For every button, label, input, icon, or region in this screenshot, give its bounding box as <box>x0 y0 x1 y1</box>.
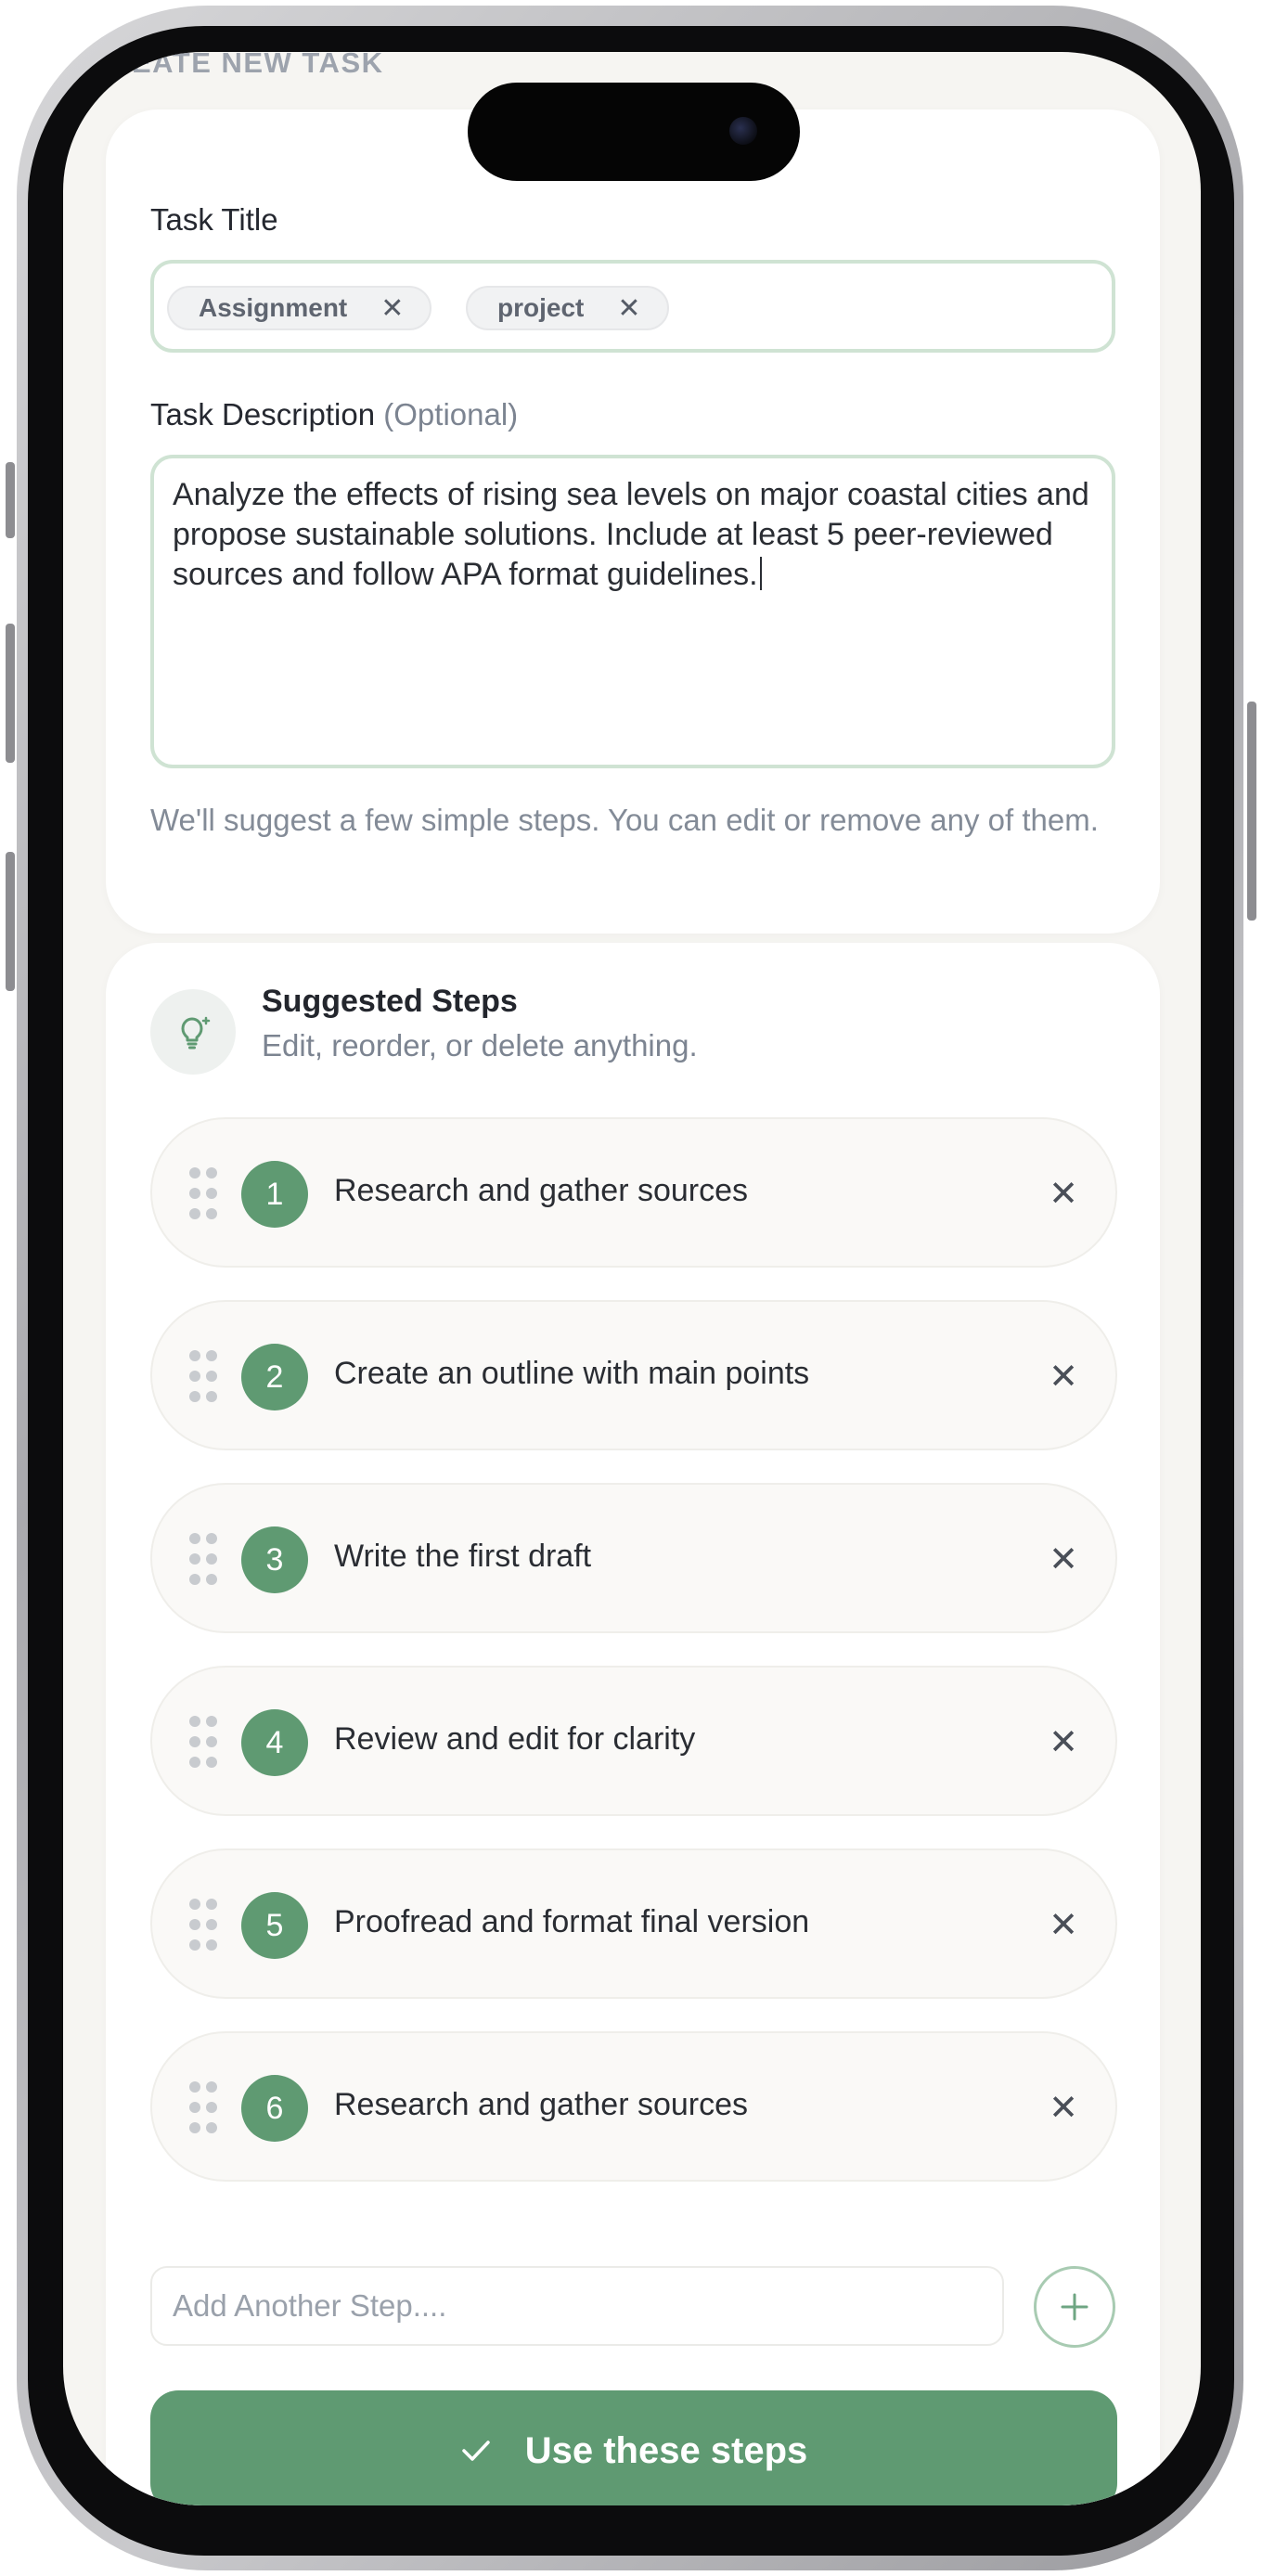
task-title-tag-input[interactable]: Assignment ✕ project ✕ <box>150 260 1115 353</box>
optional-label: (Optional) <box>383 397 519 431</box>
step-item[interactable]: 1 Research and gather sources ✕ <box>150 1117 1117 1268</box>
drag-handle-icon[interactable] <box>189 1533 217 1585</box>
step-text[interactable]: Research and gather sources <box>334 2087 748 2123</box>
tag-project: project ✕ <box>466 286 669 330</box>
step-item[interactable]: 6 Research and gather sources ✕ <box>150 2031 1117 2182</box>
check-icon <box>460 2437 492 2465</box>
step-item[interactable]: 4 Review and edit for clarity ✕ <box>150 1666 1117 1816</box>
page-title: EATE NEW TASK <box>132 52 384 79</box>
step-number: 3 <box>241 1526 308 1593</box>
task-description-textarea[interactable]: Analyze the effects of rising sea levels… <box>150 455 1115 768</box>
step-text[interactable]: Review and edit for clarity <box>334 1721 695 1758</box>
side-button-action <box>6 462 15 538</box>
side-button-power <box>1247 702 1256 921</box>
use-steps-button[interactable]: Use these steps <box>150 2390 1117 2505</box>
step-text[interactable]: Create an outline with main points <box>334 1356 809 1392</box>
drag-handle-icon[interactable] <box>189 1899 217 1951</box>
step-number: 2 <box>241 1344 308 1410</box>
drag-handle-icon[interactable] <box>189 1716 217 1768</box>
drag-handle-icon[interactable] <box>189 1350 217 1402</box>
suggested-steps-card: Suggested Steps Edit, reorder, or delete… <box>106 943 1160 2505</box>
drag-handle-icon[interactable] <box>189 1167 217 1219</box>
close-icon[interactable]: ✕ <box>1034 1712 1093 1771</box>
step-number: 6 <box>241 2075 308 2142</box>
step-text[interactable]: Proofread and format final version <box>334 1904 809 1940</box>
close-icon[interactable]: ✕ <box>1034 1529 1093 1589</box>
close-icon[interactable]: ✕ <box>617 292 640 325</box>
camera-icon <box>729 117 757 145</box>
close-icon[interactable]: ✕ <box>380 292 404 325</box>
step-text[interactable]: Write the first draft <box>334 1539 591 1575</box>
step-item[interactable]: 5 Proofread and format final version ✕ <box>150 1848 1117 1999</box>
tag-label: Assignment <box>199 293 348 322</box>
steps-title: Suggested Steps <box>262 984 518 1019</box>
step-number: 5 <box>241 1892 308 1959</box>
description-text: Analyze the effects of rising sea levels… <box>173 477 1089 592</box>
step-number: 1 <box>241 1161 308 1228</box>
close-icon[interactable]: ✕ <box>1034 1346 1093 1406</box>
suggestion-hint: We'll suggest a few simple steps. You ca… <box>150 803 1099 837</box>
step-item[interactable]: 2 Create an outline with main points ✕ <box>150 1300 1117 1450</box>
step-item[interactable]: 3 Write the first draft ✕ <box>150 1483 1117 1633</box>
close-icon[interactable]: ✕ <box>1034 2078 1093 2137</box>
drag-handle-icon[interactable] <box>189 2081 217 2133</box>
screen: EATE NEW TASK Task Title Assignment ✕ pr… <box>63 52 1201 2505</box>
add-step-button[interactable] <box>1034 2266 1115 2348</box>
tag-assignment: Assignment ✕ <box>167 286 432 330</box>
close-icon[interactable]: ✕ <box>1034 1164 1093 1223</box>
description-label-text: Task Description <box>150 397 376 431</box>
use-steps-label: Use these steps <box>524 2429 808 2471</box>
task-form-card: Task Title Assignment ✕ project ✕ Task D… <box>106 109 1160 934</box>
steps-subtitle: Edit, reorder, or delete anything. <box>262 1028 698 1063</box>
lightbulb-icon <box>150 989 236 1075</box>
task-description-label: Task Description (Optional) <box>150 397 518 432</box>
text-caret <box>759 557 762 590</box>
side-button-volume-up <box>6 624 15 763</box>
tag-label: project <box>497 293 585 322</box>
step-number: 4 <box>241 1709 308 1776</box>
close-icon[interactable]: ✕ <box>1034 1895 1093 1954</box>
add-step-input[interactable] <box>150 2266 1004 2346</box>
plus-icon <box>1061 2293 1088 2321</box>
step-text[interactable]: Research and gather sources <box>334 1173 748 1209</box>
side-button-volume-down <box>6 852 15 991</box>
task-title-label: Task Title <box>150 202 278 237</box>
